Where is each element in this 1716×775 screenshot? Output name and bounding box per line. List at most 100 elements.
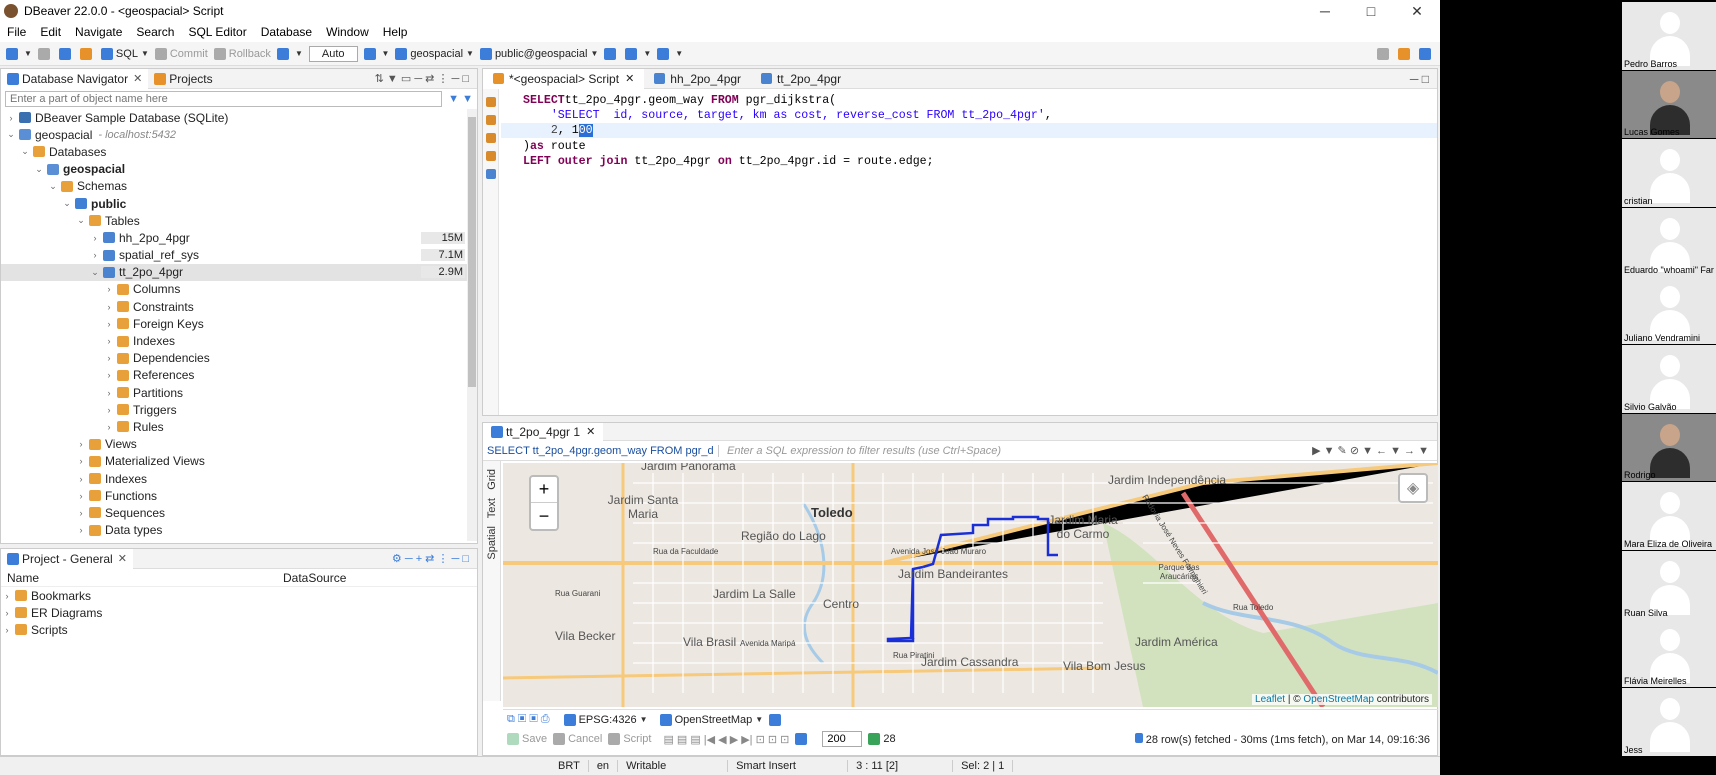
expand-icon[interactable]: › (103, 284, 115, 294)
tree-node-spatial-ref-sys[interactable]: › spatial_ref_sys 7.1M (1, 247, 477, 264)
expand-icon[interactable]: › (103, 336, 115, 346)
tab-projects[interactable]: Projects (148, 69, 218, 89)
spatial-view-tab[interactable]: Spatial (486, 526, 498, 560)
script-results-button[interactable]: Script (608, 733, 651, 745)
tree-node-sequences[interactable]: › Sequences (1, 504, 477, 521)
navigator-view-controls[interactable]: ⇅ ▼ ▭ ─ ⇄ ⋮ ─ □ (375, 72, 469, 85)
navigator-scrollbar[interactable] (467, 109, 477, 541)
invalidate-button[interactable] (79, 47, 95, 60)
participant-tile[interactable]: Rodrigo (1622, 413, 1716, 482)
minimize-button[interactable]: ─ (1302, 0, 1348, 22)
project-item-er-diagrams[interactable]: › ER Diagrams (1, 604, 477, 621)
participant-tile[interactable]: Juliano Vendramini (1622, 276, 1716, 345)
menu-sql-editor[interactable]: SQL Editor (181, 25, 253, 39)
schema-selector[interactable]: public@geospacial ▼ (479, 47, 598, 60)
collapse-icon[interactable]: ⌄ (75, 215, 87, 226)
expand-icon[interactable]: › (75, 508, 87, 518)
editor-window-controls[interactable]: ─ □ (1410, 72, 1429, 86)
participant-tile[interactable]: Flávia Meirelles (1622, 619, 1716, 688)
tree-node-rules[interactable]: › Rules (1, 418, 477, 435)
close-icon[interactable]: ✕ (133, 72, 142, 85)
text-view-tab[interactable]: Text (486, 498, 498, 518)
menu-file[interactable]: File (0, 25, 33, 39)
fetch-next-button[interactable] (795, 733, 810, 745)
zoom-out-button[interactable]: − (531, 503, 557, 529)
tree-node-databases[interactable]: ⌄ Databases (1, 143, 477, 160)
expand-icon[interactable]: › (5, 113, 17, 123)
project-view-controls[interactable]: ⚙ ─ + ⇄ ⋮ ─ □ (392, 552, 469, 565)
transaction-mode-button[interactable]: ▼ (276, 47, 303, 60)
menu-help[interactable]: Help (376, 25, 415, 39)
collapse-icon[interactable]: ⌄ (61, 198, 73, 209)
perspective-dbeaver-button[interactable] (1419, 47, 1434, 60)
collapse-icon[interactable]: ⌄ (19, 146, 31, 157)
tree-node-indexes[interactable]: › Indexes (1, 470, 477, 487)
expand-icon[interactable]: › (103, 422, 115, 432)
tree-node-partitions[interactable]: › Partitions (1, 384, 477, 401)
expand-icon[interactable]: › (103, 405, 115, 415)
commit-button[interactable]: Commit (154, 47, 208, 60)
datasource-selector[interactable]: geospacial ▼ (395, 47, 474, 60)
save-results-button[interactable]: Save (507, 733, 547, 745)
tree-node-dependencies[interactable]: › Dependencies (1, 350, 477, 367)
tree-node-triggers[interactable]: › Triggers (1, 401, 477, 418)
spatial-map[interactable]: + − ◈ Jardim Panorama Jardim Santa Maria T… (503, 463, 1438, 707)
expand-icon[interactable]: › (75, 456, 87, 466)
tab-database-navigator[interactable]: Database Navigator ✕ (1, 68, 149, 89)
explain-icon[interactable] (486, 133, 496, 143)
tree-node-indexes[interactable]: › Indexes (1, 332, 477, 349)
results-filter-input[interactable]: Enter a SQL expression to filter results… (719, 445, 1312, 457)
expand-icon[interactable]: › (75, 439, 87, 449)
close-icon[interactable]: ✕ (625, 72, 634, 85)
tree-node-geospacial[interactable]: ⌄ geospacial (1, 161, 477, 178)
menu-edit[interactable]: Edit (33, 25, 68, 39)
expand-icon[interactable]: › (103, 370, 115, 380)
osm-link[interactable]: OpenStreetMap (1303, 694, 1374, 705)
filter-controls[interactable]: ▶ ▼ ✎ ⊘ ▼ ← ▼ → ▼ (1312, 444, 1429, 457)
perspective-database-button[interactable] (1398, 47, 1413, 60)
participant-tile[interactable]: Ruan Silva (1622, 550, 1716, 619)
crs-selector[interactable]: EPSG:4326 ▼ (563, 713, 648, 726)
tree-node-dbeaver-sample-database-sqlite-[interactable]: › DBeaver Sample Database (SQLite) (1, 109, 477, 126)
rollback-button[interactable]: Rollback (213, 47, 271, 60)
tree-node-public[interactable]: ⌄ public (1, 195, 477, 212)
record-nav-icons[interactable]: ▤ ▤ ▤ |◀ ◀ ▶ ▶| ⊡ ⊡ ⊡ (663, 733, 789, 746)
map-refresh-button[interactable] (769, 713, 784, 726)
tab-result-tt-2po-4pgr-1[interactable]: tt_2po_4pgr 1 ✕ (483, 422, 604, 441)
expand-icon[interactable]: › (103, 353, 115, 363)
sql-code[interactable]: SELECTtt_2po_4pgr.geom_way FROM pgr_dijk… (523, 93, 1052, 169)
collapse-icon[interactable]: ⌄ (47, 181, 59, 192)
execute-script-icon[interactable] (486, 115, 496, 125)
expand-icon[interactable]: › (75, 474, 87, 484)
sql-editor-button[interactable]: SQL ▼ (100, 47, 149, 60)
menu-database[interactable]: Database (254, 25, 319, 39)
collapse-icon[interactable]: ⌄ (89, 267, 101, 278)
format-icon[interactable] (486, 169, 496, 179)
close-button[interactable]: ✕ (1394, 0, 1440, 22)
global-search-button[interactable] (1377, 47, 1392, 60)
tree-node-foreign-keys[interactable]: › Foreign Keys (1, 315, 477, 332)
project-item-bookmarks[interactable]: › Bookmarks (1, 587, 477, 604)
tree-node-tables[interactable]: ⌄ Tables (1, 212, 477, 229)
expand-icon[interactable]: › (103, 319, 115, 329)
participant-tile[interactable]: Pedro Barros (1622, 2, 1716, 70)
column-datasource[interactable]: DataSource (283, 571, 346, 585)
row-count-button[interactable]: 28 (868, 733, 896, 745)
result-query-label[interactable]: SELECT tt_2po_4pgr.geom_way FROM pgr_d (483, 444, 719, 457)
tree-node-views[interactable]: › Views (1, 436, 477, 453)
close-icon[interactable]: ✕ (118, 552, 127, 565)
navigator-filter-input[interactable] (5, 91, 443, 107)
expand-icon[interactable]: › (103, 302, 115, 312)
participant-tile[interactable]: Lucas Gomes (1622, 70, 1716, 139)
load-plan-icon[interactable] (486, 151, 496, 161)
expand-icon[interactable]: › (103, 388, 115, 398)
project-item-scripts[interactable]: › Scripts (1, 621, 477, 638)
disconnect-button[interactable] (58, 47, 74, 60)
expand-icon[interactable]: › (89, 233, 101, 243)
tab-project-general[interactable]: Project - General ✕ (1, 548, 133, 569)
new-connection-button[interactable]: ▼ (6, 47, 32, 60)
layers-button[interactable]: ◈ (1398, 473, 1428, 503)
participant-tile[interactable]: Jess (1622, 688, 1716, 756)
tab-tt-2po-4pgr[interactable]: tt_2po_4pgr (751, 69, 851, 89)
tree-node-hh-2po-4pgr[interactable]: › hh_2po_4pgr 15M (1, 229, 477, 246)
